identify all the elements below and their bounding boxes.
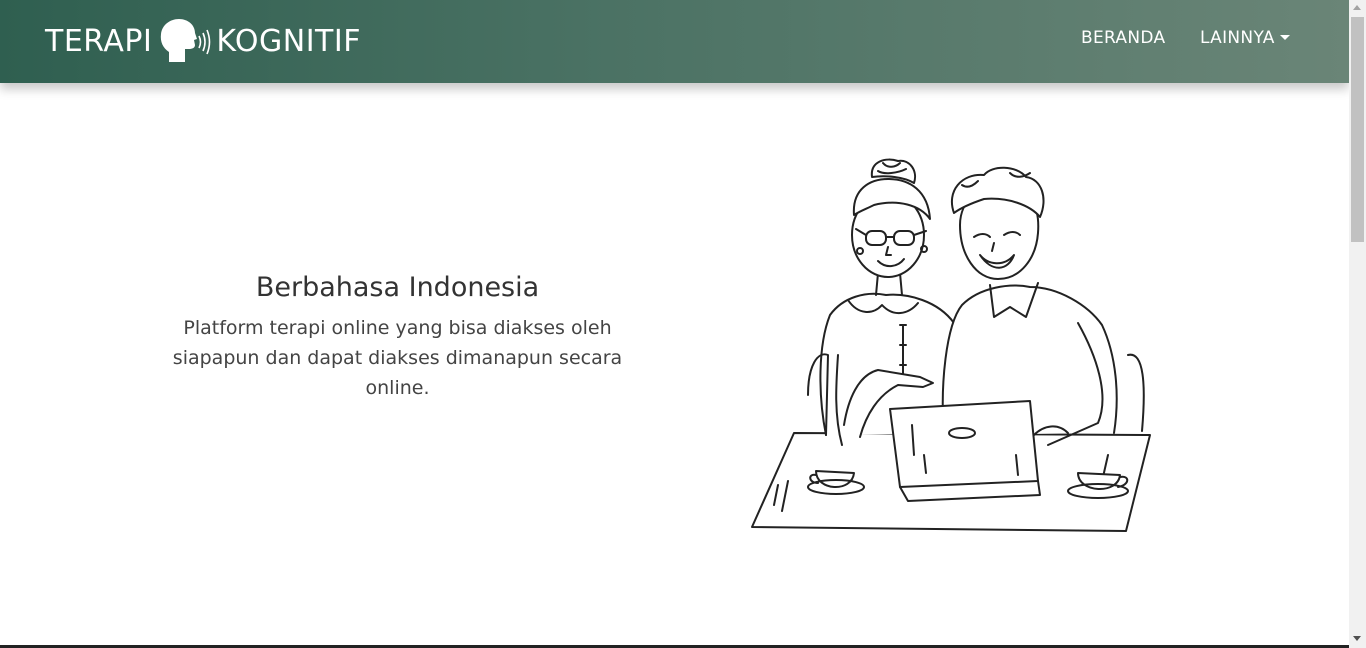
nav-lainnya-label: LAINNYA	[1200, 28, 1275, 48]
hero-text: Berbahasa Indonesia Platform terapi onli…	[140, 272, 655, 403]
nav-beranda-link[interactable]: BERANDA	[1081, 28, 1165, 48]
elderly-couple-laptop-illustration	[751, 158, 1151, 532]
caret-down-icon	[1279, 35, 1290, 40]
brand-logo[interactable]: TERAPI KOGNITIF	[45, 18, 361, 66]
scroll-down-icon[interactable]	[1353, 636, 1361, 641]
vertical-scrollbar[interactable]	[1349, 0, 1366, 648]
brand-right-word: KOGNITIF	[216, 24, 361, 59]
nav-lainnya-dropdown[interactable]: LAINNYA	[1200, 28, 1290, 48]
brand-left-word: TERAPI	[45, 24, 153, 59]
scroll-up-icon[interactable]	[1353, 5, 1361, 10]
hero-description: Platform terapi online yang bisa diakses…	[172, 317, 623, 399]
scrollbar-thumb[interactable]	[1351, 17, 1364, 242]
speaking-head-icon	[161, 19, 211, 62]
navbar: TERAPI KOGNITIF BERANDA LAINNYA	[0, 0, 1349, 83]
hero-title: Berbahasa Indonesia	[255, 272, 540, 303]
page: TERAPI KOGNITIF BERANDA LAINNYA Berbahas…	[0, 0, 1349, 648]
